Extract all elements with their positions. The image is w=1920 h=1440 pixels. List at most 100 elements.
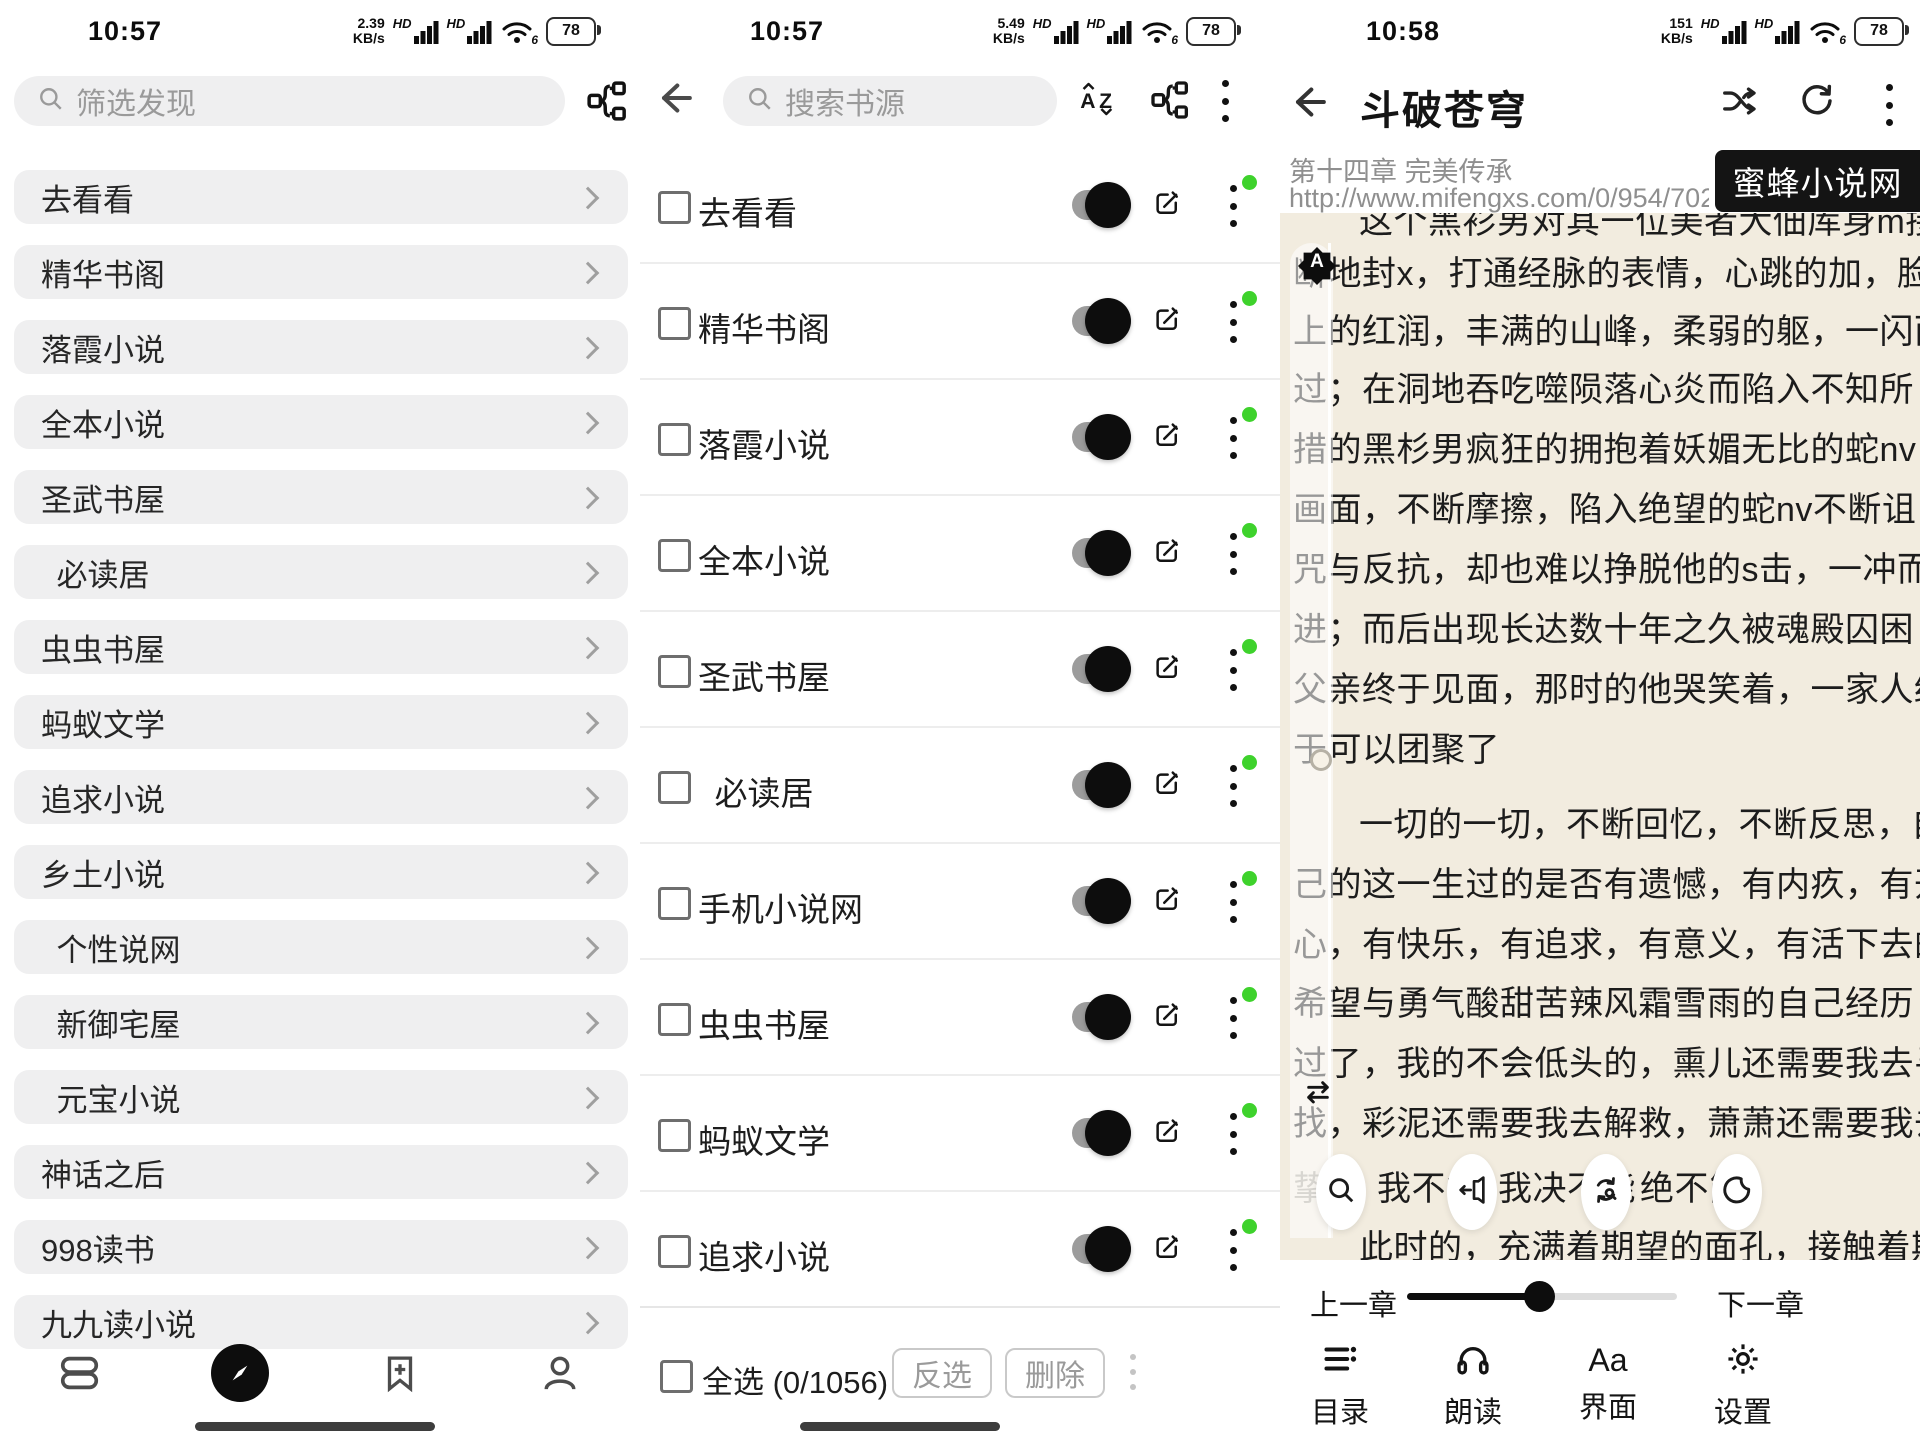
- enabled-toggle[interactable]: [1072, 654, 1126, 684]
- source-group-button[interactable]: [586, 80, 628, 127]
- source-row[interactable]: 蚂蚁文学: [640, 1075, 1280, 1191]
- source-row[interactable]: 全本小说: [640, 495, 1280, 611]
- source-row[interactable]: 精华书阁: [640, 263, 1280, 379]
- back-button[interactable]: [1288, 82, 1328, 127]
- row-checkbox[interactable]: [658, 1003, 691, 1036]
- row-menu-button[interactable]: [1230, 649, 1237, 691]
- row-checkbox[interactable]: [658, 539, 691, 572]
- speaker-back-bubble-button[interactable]: [1447, 1154, 1497, 1230]
- row-menu-button[interactable]: [1230, 185, 1237, 227]
- reader-nav-gear[interactable]: 设置: [1688, 1340, 1798, 1431]
- discovery-source-item[interactable]: 必读居: [14, 545, 628, 599]
- enabled-toggle[interactable]: [1072, 538, 1126, 568]
- reader-nav-toc[interactable]: 目录: [1285, 1340, 1395, 1431]
- edit-source-button[interactable]: [1152, 305, 1182, 340]
- row-checkbox[interactable]: [658, 887, 691, 920]
- edit-source-button[interactable]: [1152, 1233, 1182, 1268]
- nav-subscription[interactable]: [355, 1328, 445, 1418]
- source-row[interactable]: 落霞小说: [640, 379, 1280, 495]
- crescent-bubble-button[interactable]: [1712, 1154, 1762, 1230]
- search-bubble-button[interactable]: [1316, 1154, 1366, 1230]
- select-all-checkbox[interactable]: [660, 1360, 693, 1393]
- row-checkbox[interactable]: [658, 655, 691, 688]
- row-menu-button[interactable]: [1230, 417, 1237, 459]
- footer-menu-button[interactable]: [1130, 1354, 1137, 1390]
- chapter-url[interactable]: http://www.mifengxs.com/0/954/702877...: [1289, 183, 1709, 214]
- row-menu-button[interactable]: [1230, 881, 1237, 923]
- enabled-toggle[interactable]: [1072, 422, 1126, 452]
- edit-source-button[interactable]: [1152, 885, 1182, 920]
- edit-source-button[interactable]: [1152, 653, 1182, 688]
- source-row[interactable]: 去看看: [640, 147, 1280, 263]
- reader-nav-headphones[interactable]: 朗读: [1418, 1340, 1528, 1431]
- discovery-source-item[interactable]: 落霞小说: [14, 320, 628, 374]
- enabled-toggle[interactable]: [1072, 770, 1126, 800]
- discovery-source-item[interactable]: 乡土小说: [14, 845, 628, 899]
- row-checkbox[interactable]: [658, 771, 691, 804]
- home-indicator[interactable]: [800, 1422, 1000, 1431]
- prev-chapter-button[interactable]: 上一章: [1310, 1282, 1397, 1324]
- next-chapter-button[interactable]: 下一章: [1717, 1282, 1804, 1324]
- refresh-icon[interactable]: [1798, 82, 1836, 125]
- overflow-menu-button[interactable]: [1886, 84, 1893, 126]
- discovery-source-item[interactable]: 全本小说: [14, 395, 628, 449]
- discovery-source-item[interactable]: 追求小说: [14, 770, 628, 824]
- discovery-source-item[interactable]: 蚂蚁文学: [14, 695, 628, 749]
- nav-discovery-active[interactable]: [195, 1328, 285, 1418]
- source-row[interactable]: 虫虫书屋: [640, 959, 1280, 1075]
- row-checkbox[interactable]: [658, 307, 691, 340]
- discovery-source-item[interactable]: 神话之后: [14, 1145, 628, 1199]
- discovery-source-item[interactable]: 个性说网: [14, 920, 628, 974]
- discovery-source-item[interactable]: 虫虫书屋: [14, 620, 628, 674]
- row-menu-button[interactable]: [1230, 301, 1237, 343]
- discovery-source-item[interactable]: 新御宅屋: [14, 995, 628, 1049]
- nav-bookshelf[interactable]: [35, 1328, 125, 1418]
- row-checkbox[interactable]: [658, 191, 691, 224]
- row-checkbox[interactable]: [658, 1119, 691, 1152]
- edit-source-button[interactable]: [1152, 421, 1182, 456]
- discovery-source-item[interactable]: 998读书: [14, 1220, 628, 1274]
- enabled-toggle[interactable]: [1072, 1118, 1126, 1148]
- reader-progress-knob[interactable]: [1310, 749, 1332, 771]
- shuffle-source-icon[interactable]: [1720, 82, 1758, 125]
- search-refresh-bubble-button[interactable]: [1581, 1154, 1631, 1230]
- row-menu-button[interactable]: [1230, 997, 1237, 1039]
- edit-source-button[interactable]: [1152, 189, 1182, 224]
- source-search-input[interactable]: 搜索书源: [723, 76, 1057, 126]
- row-checkbox[interactable]: [658, 1235, 691, 1268]
- enabled-toggle[interactable]: [1072, 1234, 1126, 1264]
- chapter-progress-slider[interactable]: [1407, 1293, 1677, 1300]
- swap-horizontal-icon[interactable]: [1302, 1076, 1334, 1113]
- edit-source-button[interactable]: [1152, 769, 1182, 804]
- auto-read-badge[interactable]: A: [1298, 247, 1336, 290]
- edit-source-button[interactable]: [1152, 537, 1182, 572]
- overflow-menu-button[interactable]: [1222, 80, 1229, 122]
- sort-az-button[interactable]: AZ: [1078, 80, 1118, 123]
- invert-selection-button[interactable]: 反选: [892, 1348, 992, 1398]
- discovery-search-input[interactable]: 筛选发现: [14, 76, 565, 126]
- edit-source-button[interactable]: [1152, 1001, 1182, 1036]
- row-menu-button[interactable]: [1230, 765, 1237, 807]
- source-row[interactable]: 追求小说: [640, 1191, 1280, 1307]
- source-row[interactable]: 手机小说网: [640, 843, 1280, 959]
- home-indicator[interactable]: [195, 1422, 435, 1431]
- enabled-toggle[interactable]: [1072, 190, 1126, 220]
- enabled-toggle[interactable]: [1072, 886, 1126, 916]
- enabled-toggle[interactable]: [1072, 1002, 1126, 1032]
- discovery-source-item[interactable]: 元宝小说: [14, 1070, 628, 1124]
- discovery-source-item[interactable]: 精华书阁: [14, 245, 628, 299]
- back-button[interactable]: [654, 78, 694, 123]
- row-menu-button[interactable]: [1230, 1229, 1237, 1271]
- slider-thumb[interactable]: [1524, 1281, 1555, 1312]
- discovery-source-item[interactable]: 去看看: [14, 170, 628, 224]
- nav-profile[interactable]: [515, 1328, 605, 1418]
- edit-source-button[interactable]: [1152, 1117, 1182, 1152]
- delete-button[interactable]: 删除: [1005, 1348, 1105, 1398]
- source-row[interactable]: 必读居: [640, 727, 1280, 843]
- enabled-toggle[interactable]: [1072, 306, 1126, 336]
- discovery-source-item[interactable]: 圣武书屋: [14, 470, 628, 524]
- source-group-button[interactable]: [1150, 80, 1190, 125]
- row-menu-button[interactable]: [1230, 1113, 1237, 1155]
- reader-nav-font[interactable]: Aa界面: [1553, 1340, 1663, 1426]
- source-row[interactable]: 圣武书屋: [640, 611, 1280, 727]
